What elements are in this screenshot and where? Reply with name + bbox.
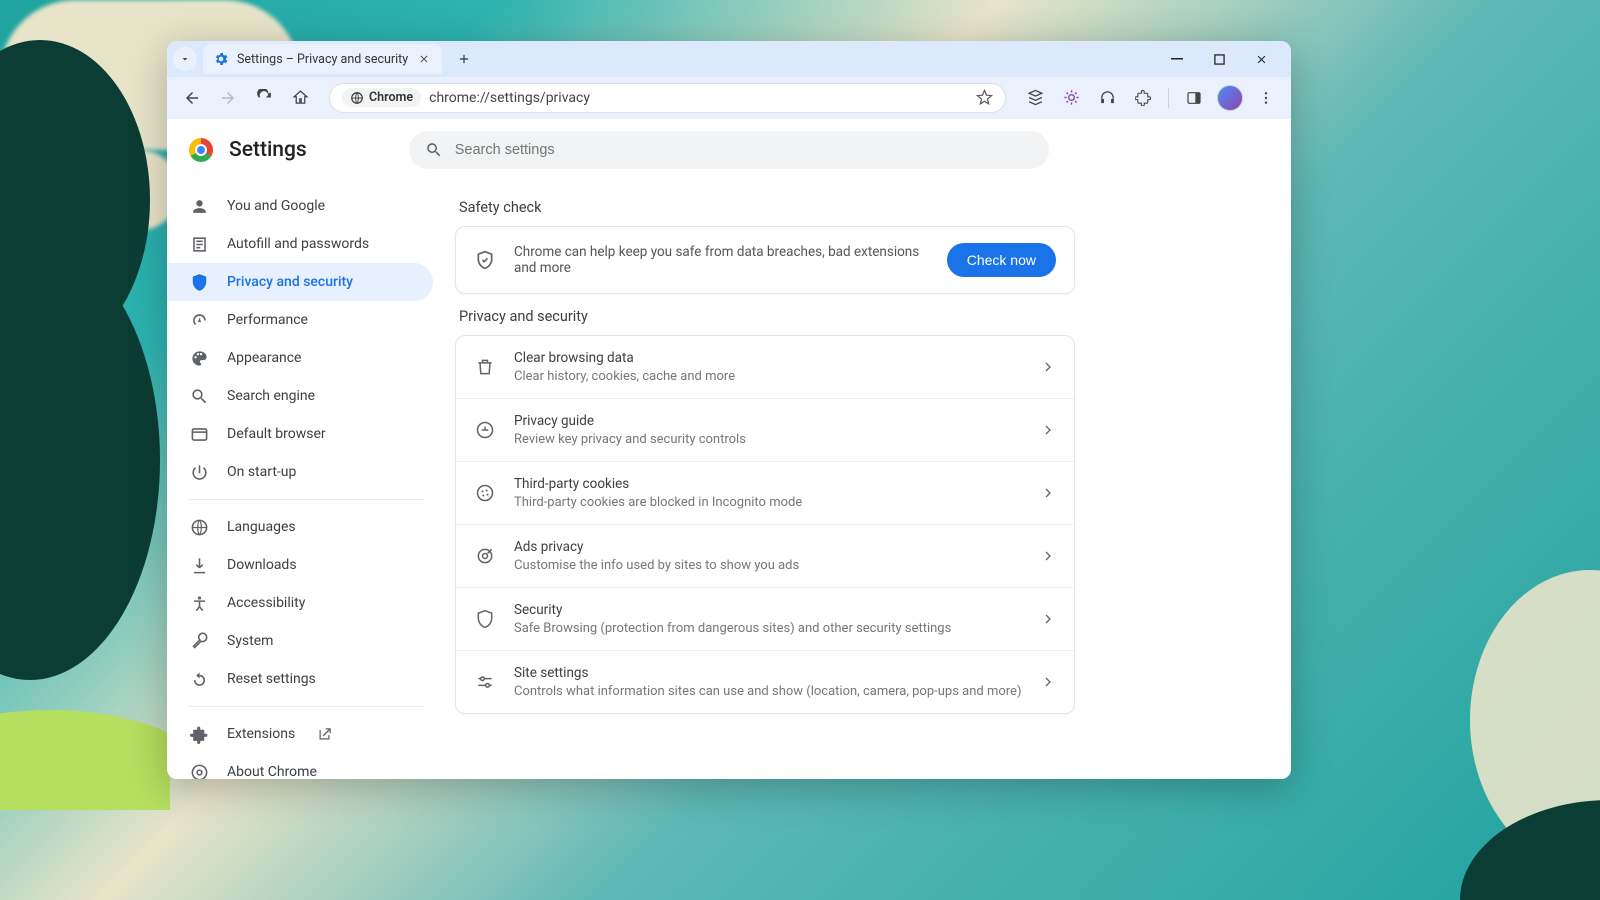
power-icon — [189, 462, 209, 482]
search-icon — [189, 386, 209, 406]
trash-icon — [474, 356, 496, 378]
maximize-button[interactable] — [1205, 45, 1233, 73]
puzzle-icon — [189, 724, 209, 744]
bookmark-star-icon[interactable] — [976, 89, 993, 106]
close-window-button[interactable] — [1247, 45, 1275, 73]
chrome-outline-icon — [189, 762, 209, 779]
sidebar-item-system[interactable]: System — [167, 622, 433, 660]
profile-avatar[interactable] — [1215, 83, 1245, 113]
tab-settings[interactable]: Settings – Privacy and security — [203, 44, 442, 74]
row-ads-privacy[interactable]: Ads privacyCustomise the info used by si… — [456, 525, 1074, 588]
tab-title: Settings – Privacy and security — [237, 52, 408, 67]
shield-icon — [474, 608, 496, 630]
back-button[interactable] — [177, 83, 207, 113]
home-button[interactable] — [285, 83, 315, 113]
sidebar-item-accessibility[interactable]: Accessibility — [167, 584, 433, 622]
chevron-right-icon — [1040, 359, 1056, 375]
toolbar-separator — [1168, 88, 1169, 108]
forward-button[interactable] — [213, 83, 243, 113]
tab-strip: Settings – Privacy and security — [167, 41, 1291, 77]
browser-window: Settings – Privacy and security Chrome c… — [167, 41, 1291, 779]
chevron-right-icon — [1040, 548, 1056, 564]
sidebar-divider — [189, 499, 425, 500]
search-settings[interactable] — [409, 131, 1049, 169]
extension-gear-icon[interactable] — [1056, 83, 1086, 113]
extension-stack-icon[interactable] — [1020, 83, 1050, 113]
sidebar-item-languages[interactable]: Languages — [167, 508, 433, 546]
side-panel-icon[interactable] — [1179, 83, 1209, 113]
safety-check-text: Chrome can help keep you safe from data … — [514, 244, 929, 276]
chrome-menu-icon[interactable] — [1251, 83, 1281, 113]
row-privacy-guide[interactable]: Privacy guideReview key privacy and secu… — [456, 399, 1074, 462]
sidebar-item-appearance[interactable]: Appearance — [167, 339, 433, 377]
row-third-party-cookies[interactable]: Third-party cookiesThird-party cookies a… — [456, 462, 1074, 525]
sidebar-item-privacy[interactable]: Privacy and security — [167, 263, 433, 301]
site-chip-label: Chrome — [369, 90, 413, 105]
check-now-button[interactable]: Check now — [947, 243, 1056, 277]
tab-search-dropdown[interactable] — [173, 47, 197, 71]
accessibility-icon — [189, 593, 209, 613]
sidebar-item-about[interactable]: About Chrome — [167, 753, 433, 779]
reset-icon — [189, 669, 209, 689]
gear-icon — [213, 51, 229, 67]
sidebar-item-you-and-google[interactable]: You and Google — [167, 187, 433, 225]
settings-header: Settings — [167, 119, 1291, 177]
wrench-icon — [189, 631, 209, 651]
chevron-right-icon — [1040, 485, 1056, 501]
site-chip: Chrome — [342, 88, 421, 107]
sidebar-item-downloads[interactable]: Downloads — [167, 546, 433, 584]
privacy-card: Clear browsing dataClear history, cookie… — [455, 335, 1075, 714]
page-title: Settings — [229, 138, 307, 162]
settings-page: Settings You and Google Autofill and pas… — [167, 119, 1291, 779]
chrome-logo-icon — [189, 138, 213, 162]
chevron-right-icon — [1040, 422, 1056, 438]
wallpaper-right — [1450, 200, 1600, 900]
section-privacy: Privacy and security — [459, 308, 1267, 325]
settings-main: Safety check Chrome can help keep you sa… — [447, 177, 1291, 779]
sidebar-item-search-engine[interactable]: Search engine — [167, 377, 433, 415]
sliders-icon — [474, 671, 496, 693]
speedometer-icon — [189, 310, 209, 330]
sidebar-item-extensions[interactable]: Extensions — [167, 715, 433, 753]
new-tab-button[interactable] — [450, 45, 478, 73]
chevron-right-icon — [1040, 674, 1056, 690]
settings-sidebar: You and Google Autofill and passwords Pr… — [167, 177, 447, 779]
sidebar-item-startup[interactable]: On start-up — [167, 453, 433, 491]
clipboard-icon — [189, 234, 209, 254]
minimize-button[interactable] — [1163, 45, 1191, 73]
chevron-right-icon — [1040, 611, 1056, 627]
sidebar-divider — [189, 706, 425, 707]
search-input[interactable] — [455, 142, 1033, 158]
open-external-icon — [317, 726, 333, 742]
row-clear-browsing-data[interactable]: Clear browsing dataClear history, cookie… — [456, 336, 1074, 399]
row-security[interactable]: SecuritySafe Browsing (protection from d… — [456, 588, 1074, 651]
person-icon — [189, 196, 209, 216]
row-site-settings[interactable]: Site settingsControls what information s… — [456, 651, 1074, 713]
browser-icon — [189, 424, 209, 444]
sidebar-item-performance[interactable]: Performance — [167, 301, 433, 339]
download-icon — [189, 555, 209, 575]
window-controls — [1163, 45, 1285, 73]
palette-icon — [189, 348, 209, 368]
section-safety-check: Safety check — [459, 199, 1267, 216]
sidebar-item-autofill[interactable]: Autofill and passwords — [167, 225, 433, 263]
compass-icon — [474, 419, 496, 441]
shield-check-icon — [474, 249, 496, 271]
search-icon — [425, 141, 443, 159]
safety-check-card: Chrome can help keep you safe from data … — [455, 226, 1075, 294]
cookie-icon — [474, 482, 496, 504]
shield-icon — [189, 272, 209, 292]
url-text: chrome://settings/privacy — [429, 90, 590, 106]
omnibox[interactable]: Chrome chrome://settings/privacy — [329, 83, 1006, 113]
wallpaper-foliage — [0, 40, 170, 810]
sidebar-item-default-browser[interactable]: Default browser — [167, 415, 433, 453]
sidebar-item-reset[interactable]: Reset settings — [167, 660, 433, 698]
globe-icon — [189, 517, 209, 537]
reload-button[interactable] — [249, 83, 279, 113]
close-tab-icon[interactable] — [416, 51, 432, 67]
extensions-puzzle-icon[interactable] — [1128, 83, 1158, 113]
ads-icon — [474, 545, 496, 567]
toolbar: Chrome chrome://settings/privacy — [167, 77, 1291, 119]
extension-headphones-icon[interactable] — [1092, 83, 1122, 113]
